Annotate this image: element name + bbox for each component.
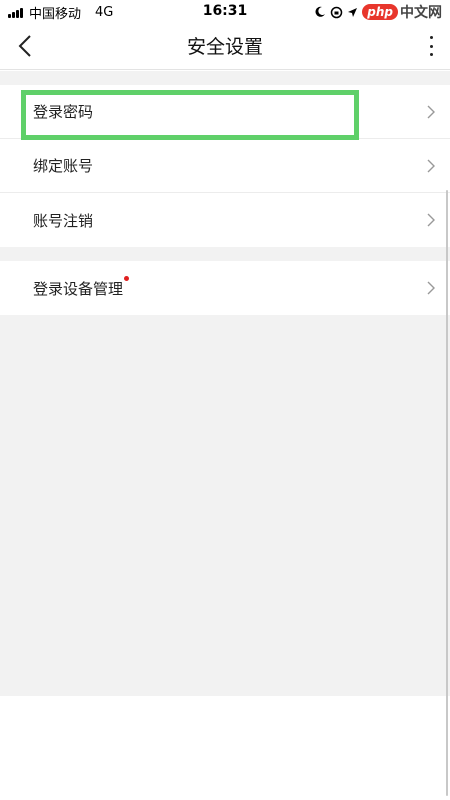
navigation-bar: 安全设置 [0, 22, 450, 70]
moon-icon [315, 6, 326, 17]
settings-item-label: 绑定账号 [33, 157, 94, 175]
chevron-right-icon [427, 159, 435, 173]
more-vertical-icon[interactable] [428, 36, 434, 56]
site-watermark: php 中文网 [362, 2, 442, 22]
settings-item-login-password[interactable]: 登录密码 [0, 85, 450, 139]
settings-group-devices: 登录设备管理 [0, 261, 450, 315]
settings-item-device-management[interactable]: 登录设备管理 [0, 261, 450, 315]
settings-content: 登录密码 绑定账号 账号注销 登录设备管理 [0, 71, 450, 696]
watermark-php: php [362, 4, 398, 20]
settings-item-cancel-account[interactable]: 账号注销 [0, 193, 450, 247]
watermark-cn: 中文网 [400, 5, 442, 21]
chevron-right-icon [427, 213, 435, 227]
lock-rotation-icon [331, 6, 343, 18]
settings-item-label: 登录密码 [33, 103, 94, 121]
notification-badge [124, 275, 130, 281]
scrollbar[interactable] [446, 190, 448, 796]
settings-item-bind-account[interactable]: 绑定账号 [0, 139, 450, 193]
location-icon [348, 7, 358, 17]
settings-item-label: 账号注销 [33, 211, 94, 230]
settings-item-label: 登录设备管理 [33, 275, 130, 299]
device-management-label: 登录设备管理 [33, 279, 124, 298]
page-title: 安全设置 [186, 36, 263, 58]
chevron-right-icon [427, 281, 435, 295]
chevron-right-icon [427, 105, 435, 119]
status-bar: 中国移动 4G 16:31 php 中文网 [0, 0, 450, 22]
settings-group-account: 登录密码 绑定账号 账号注销 [0, 85, 450, 247]
status-right: php 中文网 [314, 2, 442, 22]
